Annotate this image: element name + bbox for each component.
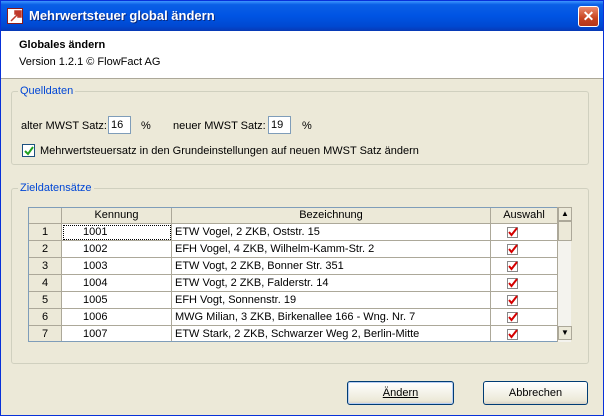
header-panel: Globales ändern Version 1.2.1 © FlowFact… [1, 31, 603, 79]
auswahl-cell[interactable] [491, 258, 558, 275]
update-settings-label: Mehrwertsteuersatz in den Grundeinstellu… [40, 145, 419, 157]
auswahl-cell[interactable] [491, 292, 558, 309]
row-header[interactable]: 6 [29, 309, 62, 326]
close-button[interactable]: ✕ [578, 6, 599, 27]
grid-corner [29, 208, 62, 224]
kennung-cell[interactable]: 1006 [62, 309, 172, 326]
kennung-cell[interactable]: 1005 [62, 292, 172, 309]
kennung-cell[interactable]: 1002 [62, 241, 172, 258]
scroll-down-icon[interactable]: ▼ [558, 326, 572, 340]
aendern-button-label: Ändern [382, 387, 419, 399]
aendern-button[interactable]: Ändern [347, 381, 454, 405]
column-header-kennung[interactable]: Kennung [62, 208, 172, 224]
auswahl-check-icon[interactable] [507, 278, 518, 289]
auswahl-check-icon[interactable] [507, 329, 518, 340]
scroll-thumb[interactable] [558, 221, 572, 241]
column-header-auswahl[interactable]: Auswahl [491, 208, 558, 224]
header-title: Globales ändern [19, 39, 106, 51]
bezeichnung-cell[interactable]: ETW Stark, 2 ZKB, Schwarzer Weg 2, Berli… [172, 326, 491, 341]
update-settings-checkbox[interactable] [22, 144, 35, 157]
auswahl-check-icon[interactable] [507, 261, 518, 272]
kennung-cell[interactable]: 1004 [62, 275, 172, 292]
new-vat-input[interactable]: 19 [268, 116, 291, 134]
bezeichnung-cell[interactable]: ETW Vogel, 2 ZKB, Oststr. 15 [172, 224, 491, 241]
row-header[interactable]: 7 [29, 326, 62, 341]
auswahl-cell[interactable] [491, 326, 558, 341]
scroll-up-icon[interactable]: ▲ [558, 207, 572, 221]
row-header[interactable]: 3 [29, 258, 62, 275]
bezeichnung-cell[interactable]: ETW Vogt, 2 ZKB, Falderstr. 14 [172, 275, 491, 292]
records-grid[interactable]: Kennung Bezeichnung Auswahl 1 1001 ETW Vog… [28, 207, 571, 342]
title-bar[interactable]: Mehrwertsteuer global ändern ✕ [1, 1, 603, 31]
zieldatensaetze-legend: Zieldatensätze [18, 182, 94, 194]
checkmark-icon [24, 146, 34, 156]
old-vat-unit: % [141, 120, 151, 132]
bezeichnung-cell[interactable]: EFH Vogel, 4 ZKB, Wilhelm-Kamm-Str. 2 [172, 241, 491, 258]
bezeichnung-cell[interactable]: MWG Milian, 3 ZKB, Birkenallee 166 - Wng… [172, 309, 491, 326]
auswahl-cell[interactable] [491, 275, 558, 292]
auswahl-check-icon[interactable] [507, 295, 518, 306]
abbrechen-button[interactable]: Abbrechen [483, 381, 588, 405]
new-vat-label: neuer MWST Satz: [173, 120, 266, 132]
grid-scrollbar[interactable]: ▲ ▼ [557, 207, 572, 342]
dialog-window: Mehrwertsteuer global ändern ✕ Globales … [0, 0, 604, 416]
kennung-cell[interactable]: 1001 [62, 224, 172, 241]
kennung-cell[interactable]: 1007 [62, 326, 172, 341]
row-header[interactable]: 2 [29, 241, 62, 258]
auswahl-check-icon[interactable] [507, 244, 518, 255]
bezeichnung-cell[interactable]: EFH Vogt, Sonnenstr. 19 [172, 292, 491, 309]
old-vat-label: alter MWST Satz: [21, 120, 107, 132]
quelldaten-legend: Quelldaten [18, 85, 76, 97]
new-vat-unit: % [302, 120, 312, 132]
row-header[interactable]: 1 [29, 224, 62, 241]
column-header-bezeichnung[interactable]: Bezeichnung [172, 208, 491, 224]
auswahl-cell[interactable] [491, 224, 558, 241]
app-icon [7, 8, 23, 24]
window-title: Mehrwertsteuer global ändern [29, 8, 215, 23]
quelldaten-group: Quelldaten alter MWST Satz: 16 % neuer M… [11, 85, 589, 165]
row-header[interactable]: 5 [29, 292, 62, 309]
version-text: Version 1.2.1 © FlowFact AG [19, 56, 161, 68]
bezeichnung-cell[interactable]: ETW Vogt, 2 ZKB, Bonner Str. 351 [172, 258, 491, 275]
auswahl-check-icon[interactable] [507, 312, 518, 323]
auswahl-cell[interactable] [491, 309, 558, 326]
kennung-cell[interactable]: 1003 [62, 258, 172, 275]
auswahl-cell[interactable] [491, 241, 558, 258]
auswahl-check-icon[interactable] [507, 227, 518, 238]
row-header[interactable]: 4 [29, 275, 62, 292]
old-vat-input[interactable]: 16 [108, 116, 131, 134]
